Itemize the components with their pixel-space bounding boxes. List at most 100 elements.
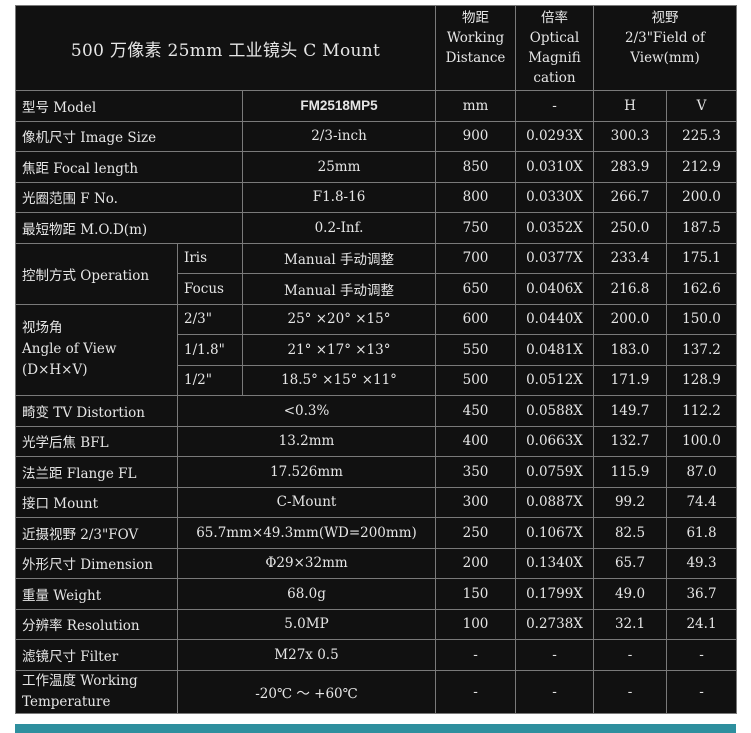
fov-v-cell: 49.3 [666, 547, 737, 579]
magnification-cell: 0.0512X [515, 364, 594, 396]
distance-cell: 450 [435, 395, 516, 427]
distance-cell: 600 [435, 303, 516, 335]
spec-label: 法兰距 Flange FL [15, 456, 178, 488]
table-row: 焦距 Focal length 25mm 850 0.0310X 283.9 2… [15, 151, 737, 183]
spec-sublabel: Iris [177, 242, 243, 274]
fov-v-cell: 162.6 [666, 273, 737, 305]
spec-value: 21° ×17° ×13° [242, 334, 436, 366]
magnification-cell: 0.0406X [515, 273, 594, 305]
magnification-cell: 0.0330X [515, 181, 594, 213]
magnification-cell: 0.0887X [515, 486, 594, 518]
spec-value: 25° ×20° ×15° [242, 303, 436, 335]
spec-label: 焦距 Focal length [15, 151, 243, 183]
table-row: 外形尺寸 Dimension Φ29×32mm 200 0.1340X 65.7… [15, 547, 737, 579]
fov-h-cell: 266.7 [593, 181, 667, 213]
fov-h-cell: 49.0 [593, 578, 667, 610]
fov-v-cell: 137.2 [666, 334, 737, 366]
distance-cell: mm [435, 90, 516, 122]
fov-h-cell: 183.0 [593, 334, 667, 366]
table-row: 光学后焦 BFL 13.2mm 400 0.0663X 132.7 100.0 [15, 425, 737, 457]
spec-value: 68.0g [177, 578, 436, 610]
distance-cell: 900 [435, 120, 516, 152]
distance-cell: 800 [435, 181, 516, 213]
magnification-cell: 0.1799X [515, 578, 594, 610]
spec-label: 近摄视野 2/3"FOV [15, 517, 178, 549]
spec-value: F1.8-16 [242, 181, 436, 213]
magnification-cell: - [515, 90, 594, 122]
spec-sublabel: 2/3" [177, 303, 243, 335]
spec-label: 外形尺寸 Dimension [15, 547, 178, 579]
working-distance-header: 物距 Working Distance [435, 5, 516, 91]
spec-value: 5.0MP [177, 608, 436, 640]
fov-h-cell: 300.3 [593, 120, 667, 152]
fov-v-cell: 128.9 [666, 364, 737, 396]
spec-label: 最短物距 M.O.D(m) [15, 212, 243, 244]
spec-value: Manual 手动调整 [242, 273, 436, 305]
fov-v-cell: 36.7 [666, 578, 737, 610]
fov-h-cell: 115.9 [593, 456, 667, 488]
spec-value: 2/3-inch [242, 120, 436, 152]
magnification-header: 倍率 Optical Magnifi cation [515, 5, 594, 91]
distance-cell: 750 [435, 212, 516, 244]
spec-label: 工作温度 Working Temperature [15, 669, 178, 714]
distance-cell: 250 [435, 517, 516, 549]
table-row: 控制方式 Operation Iris Manual 手动调整 700 0.03… [15, 242, 737, 305]
spec-label: 畸变 TV Distortion [15, 395, 178, 427]
distance-cell: 850 [435, 151, 516, 183]
table-row: 滤镜尺寸 Filter M27x 0.5 - - - - [15, 639, 737, 671]
fov-h-cell: 82.5 [593, 517, 667, 549]
product-title: 500 万像素 25mm 工业镜头 C Mount [15, 5, 436, 91]
spec-value: C-Mount [177, 486, 436, 518]
distance-cell: 550 [435, 334, 516, 366]
fov-v-cell: 100.0 [666, 425, 737, 457]
distance-cell: 100 [435, 608, 516, 640]
spec-value: 25mm [242, 151, 436, 183]
fov-v-cell: - [666, 669, 737, 714]
fov-v-cell: V [666, 90, 737, 122]
spec-value: Manual 手动调整 [242, 242, 436, 274]
distance-cell: 200 [435, 547, 516, 579]
magnification-cell: 0.2738X [515, 608, 594, 640]
fov-h-cell: 283.9 [593, 151, 667, 183]
spec-label: 控制方式 Operation [15, 242, 178, 305]
accent-bar [15, 724, 736, 733]
spec-value: 13.2mm [177, 425, 436, 457]
field-of-view-header: 视野 2/3"Field of View(mm) [593, 5, 737, 91]
magnification-cell: - [515, 639, 594, 671]
spec-value: <0.3% [177, 395, 436, 427]
magnification-cell: 0.0588X [515, 395, 594, 427]
lens-spec-table: 500 万像素 25mm 工业镜头 C Mount 物距 Working Dis… [15, 5, 737, 714]
spec-value: Φ29×32mm [177, 547, 436, 579]
table-row: 最短物距 M.O.D(m) 0.2-Inf. 750 0.0352X 250.0… [15, 212, 737, 244]
table-row: 视场角 Angle of View (D×H×V) 2/3" 25° ×20° … [15, 303, 737, 396]
fov-h-cell: 65.7 [593, 547, 667, 579]
fov-h-cell: 216.8 [593, 273, 667, 305]
model-value: FM2518MP5 [242, 90, 436, 122]
spec-label: 分辨率 Resolution [15, 608, 178, 640]
spec-label: 型号 Model [15, 90, 243, 122]
distance-cell: 650 [435, 273, 516, 305]
distance-cell: 300 [435, 486, 516, 518]
magnification-cell: 0.0310X [515, 151, 594, 183]
distance-cell: - [435, 669, 516, 714]
table-row: 重量 Weight 68.0g 150 0.1799X 49.0 36.7 [15, 578, 737, 610]
spec-value: 65.7mm×49.3mm(WD=200mm) [177, 517, 436, 549]
spec-label: 重量 Weight [15, 578, 178, 610]
spec-label: 光学后焦 BFL [15, 425, 178, 457]
fov-h-cell: 149.7 [593, 395, 667, 427]
spec-label: 视场角 Angle of View (D×H×V) [15, 303, 178, 396]
header-row: 500 万像素 25mm 工业镜头 C Mount 物距 Working Dis… [15, 5, 737, 91]
spec-value: 18.5° ×15° ×11° [242, 364, 436, 396]
table-row: 像机尺寸 Image Size 2/3-inch 900 0.0293X 300… [15, 120, 737, 152]
fov-v-cell: 112.2 [666, 395, 737, 427]
fov-v-cell: 74.4 [666, 486, 737, 518]
fov-h-cell: 132.7 [593, 425, 667, 457]
spec-label: 像机尺寸 Image Size [15, 120, 243, 152]
fov-v-cell: 87.0 [666, 456, 737, 488]
distance-cell: 400 [435, 425, 516, 457]
magnification-cell: 0.0481X [515, 334, 594, 366]
fov-v-cell: 61.8 [666, 517, 737, 549]
magnification-cell: 0.1340X [515, 547, 594, 579]
fov-v-cell: - [666, 639, 737, 671]
fov-h-cell: 200.0 [593, 303, 667, 335]
